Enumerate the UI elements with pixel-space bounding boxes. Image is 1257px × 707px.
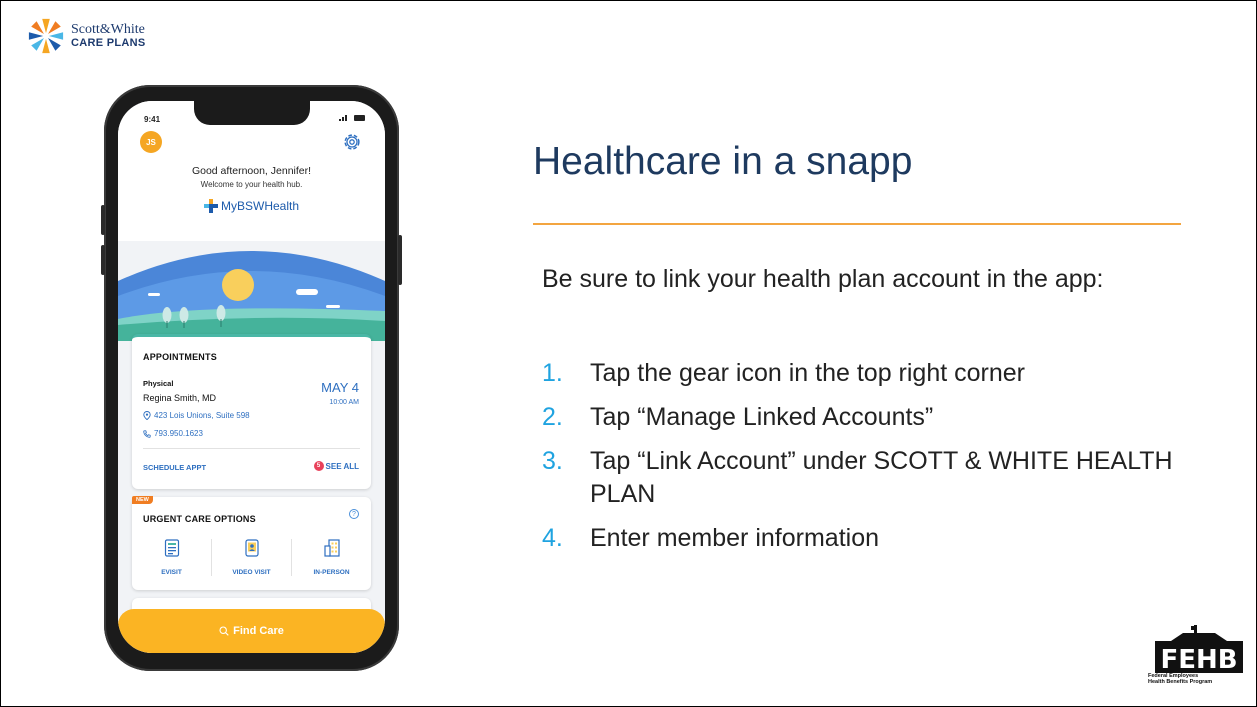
urgent-care-card: NEW URGENT CARE OPTIONS ? EVISIT VIDEO V… xyxy=(132,496,371,590)
status-time: 9:41 xyxy=(144,115,161,124)
step-item: 2. Tap “Manage Linked Accounts” xyxy=(542,401,1182,435)
battery-icon xyxy=(354,114,365,121)
appointment-phone[interactable]: 793.950.1623 xyxy=(143,429,203,438)
appointment-doctor: Regina Smith, MD xyxy=(143,393,217,403)
building-icon xyxy=(323,539,340,557)
step-text: Enter member information xyxy=(590,524,880,552)
option-evisit[interactable]: EVISIT xyxy=(132,539,211,576)
see-all-label: SEE ALL xyxy=(325,461,359,471)
appointment-type: Physical xyxy=(143,379,174,388)
heading-underline xyxy=(533,223,1181,225)
schedule-appt-button[interactable]: SCHEDULE APPT xyxy=(143,463,206,472)
step-item: 1. Tap the gear icon in the top right co… xyxy=(542,357,1182,391)
phone-screen: 9:41 JS Good afternoon, Jennifer! Welcom… xyxy=(118,101,385,653)
appointment-time: 10:00 AM xyxy=(329,399,359,406)
step-text: Tap “Manage Linked Accounts” xyxy=(590,402,934,431)
bsw-cross-icon xyxy=(203,199,218,213)
appointment-address-text: 423 Lois Unions, Suite 598 xyxy=(154,411,250,420)
avatar[interactable]: JS xyxy=(140,131,162,153)
step-item: 3. Tap “Link Account” under SCOTT & WHIT… xyxy=(542,445,1182,513)
phone-notch xyxy=(194,101,310,125)
step-number: 4. xyxy=(542,524,563,552)
volume-down-button xyxy=(101,245,105,275)
steps-list: 1. Tap the gear icon in the top right co… xyxy=(542,357,1182,566)
fehb-letters: FEHB xyxy=(1160,645,1237,675)
phone-icon xyxy=(143,429,151,438)
appointments-title: APPOINTMENTS xyxy=(143,352,217,362)
appointment-date: MAY 4 xyxy=(321,380,359,395)
step-number: 2. xyxy=(542,402,563,431)
find-care-label: Find Care xyxy=(233,625,284,637)
slide-heading: Healthcare in a snapp xyxy=(533,140,913,183)
app-name: MyBSWHealth xyxy=(220,199,300,213)
location-pin-icon xyxy=(143,411,151,420)
option-label: EVISIT xyxy=(161,569,182,576)
step-item: 4. Enter member information xyxy=(542,522,1182,556)
appointment-address[interactable]: 423 Lois Unions, Suite 598 xyxy=(143,411,250,420)
new-badge: NEW xyxy=(132,496,153,504)
volume-up-button xyxy=(101,205,105,235)
divider xyxy=(143,448,360,449)
phone-mockup: 9:41 JS Good afternoon, Jennifer! Welcom… xyxy=(101,85,402,671)
gear-icon[interactable] xyxy=(341,131,363,153)
urgent-care-title: URGENT CARE OPTIONS xyxy=(143,514,256,524)
search-icon xyxy=(219,626,229,636)
appointments-card[interactable]: APPOINTMENTS Physical Regina Smith, MD 4… xyxy=(132,334,371,489)
appointment-phone-text: 793.950.1623 xyxy=(154,429,203,438)
step-number: 1. xyxy=(542,359,563,387)
step-text: Tap “Link Account” under SCOTT & WHITE H… xyxy=(590,446,1173,509)
logo-wordmark: Scott&White xyxy=(71,22,145,37)
find-care-button[interactable]: Find Care xyxy=(118,609,385,653)
power-button xyxy=(398,235,402,285)
app-brand: MyBSWHealth xyxy=(118,199,385,213)
fehb-caption: Federal Employees Health Benefits Progra… xyxy=(1148,673,1250,686)
slide: Scott&White CARE PLANS 9:41 JS Good afte… xyxy=(0,0,1257,707)
urgent-care-options: EVISIT VIDEO VISIT IN-PERSON xyxy=(132,539,371,576)
greeting-subtitle: Welcome to your health hub. xyxy=(200,180,303,189)
landscape-illustration xyxy=(118,241,385,341)
fehb-caption-line2: Health Benefits Program xyxy=(1148,679,1213,686)
video-visit-icon xyxy=(244,539,259,557)
greeting: Good afternoon, Jennifer! xyxy=(191,165,312,177)
option-label: IN-PERSON xyxy=(313,569,350,576)
checklist-icon xyxy=(164,539,179,557)
signal-icon xyxy=(339,115,347,121)
status-icons xyxy=(339,114,365,121)
logo-subtitle: CARE PLANS xyxy=(71,37,146,49)
option-in-person[interactable]: IN-PERSON xyxy=(291,539,371,576)
sunburst-logo-icon xyxy=(28,18,64,54)
intro-text: Be sure to link your health plan account… xyxy=(542,265,1104,293)
step-text: Tap the gear icon in the top right corne… xyxy=(590,359,1025,387)
option-label: VIDEO VISIT xyxy=(232,569,271,576)
help-icon[interactable]: ? xyxy=(349,509,359,519)
see-all-button[interactable]: 5 SEE ALL xyxy=(313,461,359,471)
scott-white-logo: Scott&White CARE PLANS xyxy=(27,17,146,55)
option-video-visit[interactable]: VIDEO VISIT xyxy=(211,539,291,576)
step-number: 3. xyxy=(542,446,563,475)
notification-badge: 5 xyxy=(313,461,324,471)
